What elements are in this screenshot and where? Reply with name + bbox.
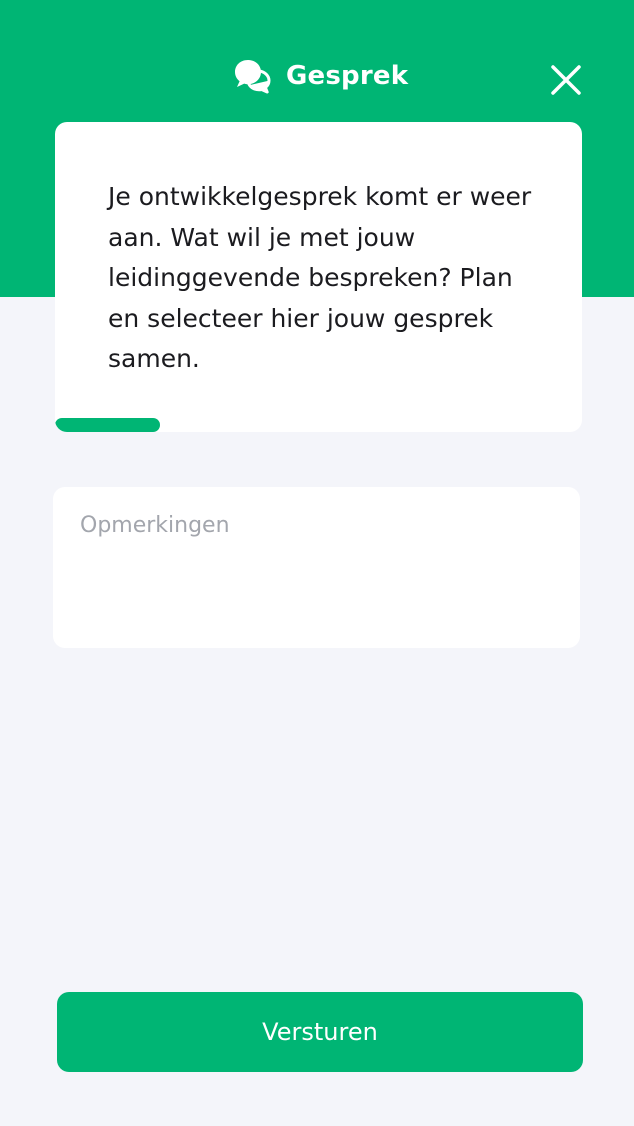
comments-input[interactable]	[80, 511, 553, 624]
page-title: Gesprek	[286, 61, 409, 91]
close-icon	[551, 65, 581, 95]
send-button[interactable]: Versturen	[57, 992, 583, 1072]
message-text: Je ontwikkelgesprek komt er weer aan. Wa…	[108, 182, 532, 373]
app-screen: Gesprek Je ontwikkelgesprek komt er weer…	[0, 0, 634, 1126]
chat-bubbles-icon	[235, 60, 271, 94]
message-card: Je ontwikkelgesprek komt er weer aan. Wa…	[55, 122, 582, 432]
header-title-group: Gesprek	[232, 54, 408, 98]
header: Gesprek	[0, 44, 634, 108]
close-button[interactable]	[542, 56, 590, 104]
progress-track	[55, 418, 582, 432]
comment-box[interactable]	[53, 487, 580, 648]
progress-bar	[55, 418, 161, 432]
